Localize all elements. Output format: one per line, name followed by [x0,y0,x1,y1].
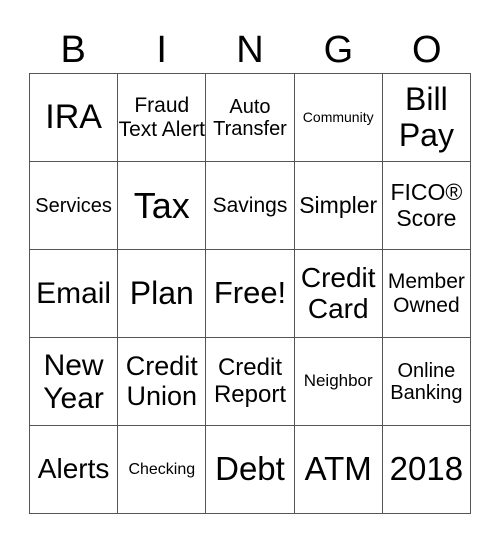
bingo-cell[interactable]: Plan [118,250,207,338]
bingo-cell[interactable]: IRA [30,74,119,162]
header-letter-g: G [323,29,354,71]
bingo-grid: IRA Fraud Text Alert Auto Transfer Commu… [29,73,471,514]
bingo-header: B I N G O [29,28,471,73]
header-letter-o: O [412,29,442,71]
bingo-cell[interactable]: Alerts [30,426,119,514]
bingo-cell[interactable]: Services [30,162,119,250]
bingo-cell[interactable]: Bill Pay [382,74,471,162]
bingo-cell[interactable]: New Year [30,338,119,426]
bingo-cell[interactable]: Member Owned [382,250,471,338]
bingo-cell[interactable]: Savings [206,162,295,250]
bingo-cell[interactable]: Email [30,250,119,338]
header-letter-i: I [156,29,167,71]
header-letter-b: B [60,29,86,71]
bingo-cell[interactable]: FICO® Score [382,162,471,250]
bingo-cell[interactable]: Credit Report [206,338,295,426]
bingo-cell-free[interactable]: Free! [206,250,295,338]
bingo-cell[interactable]: ATM [294,426,383,514]
bingo-cell[interactable]: 2018 [382,426,471,514]
bingo-cell[interactable]: Community [294,74,383,162]
bingo-cell[interactable]: Tax [118,162,207,250]
bingo-cell[interactable]: Credit Card [294,250,383,338]
bingo-cell[interactable]: Online Banking [382,338,471,426]
header-letter-n: N [236,29,264,71]
bingo-cell[interactable]: Debt [206,426,295,514]
bingo-cell[interactable]: Auto Transfer [206,74,295,162]
bingo-cell[interactable]: Checking [118,426,207,514]
bingo-cell[interactable]: Simpler [294,162,383,250]
bingo-cell[interactable]: Credit Union [118,338,207,426]
bingo-cell[interactable]: Fraud Text Alert [118,74,207,162]
bingo-cell[interactable]: Neighbor [294,338,383,426]
